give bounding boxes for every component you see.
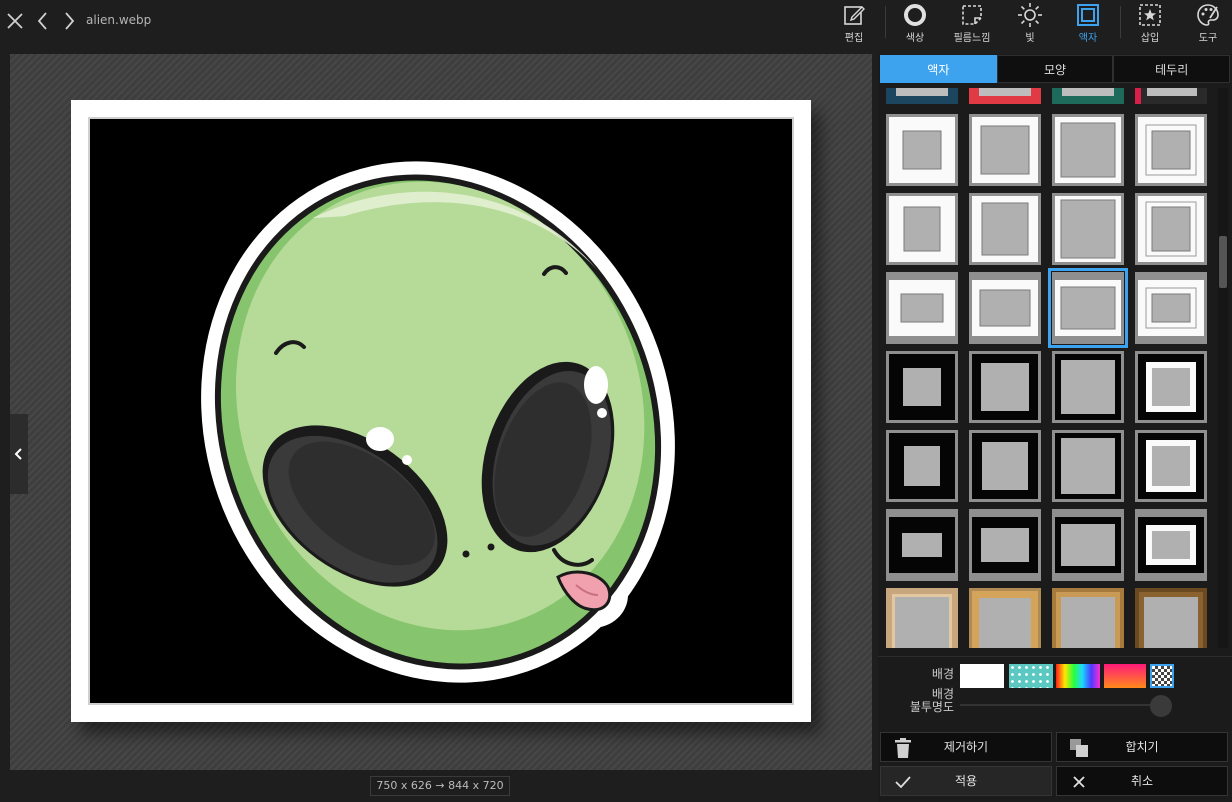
grid-scrollbar[interactable] xyxy=(1218,88,1228,648)
apply-button[interactable]: 적용 xyxy=(880,766,1052,796)
film-icon xyxy=(962,5,982,25)
tool-tools-label: 도구 xyxy=(1198,33,1218,44)
frame-thumbnail[interactable] xyxy=(886,588,958,648)
color-circle-icon xyxy=(904,4,926,26)
frame-thumbnail[interactable] xyxy=(886,193,958,265)
tool-light-label: 빛 xyxy=(1025,33,1035,44)
cancel-button-label: 취소 xyxy=(1130,774,1154,788)
tool-frame[interactable]: 액자 xyxy=(1059,2,1117,44)
frame-thumbnail[interactable] xyxy=(886,272,958,344)
background-swatch-rainbow[interactable] xyxy=(1056,664,1100,688)
tool-edit[interactable]: 편집 xyxy=(825,2,883,44)
frame-thumbnail[interactable] xyxy=(1135,588,1207,648)
top-toolbar: alien.webp 편집 색상 필름느낌 빛 액자 삽입 도구 xyxy=(0,0,1232,46)
chevron-right-icon xyxy=(65,12,75,30)
tool-color-label: 색상 xyxy=(905,33,925,44)
frame-thumbnail[interactable] xyxy=(969,588,1041,648)
frame-thumbnail[interactable] xyxy=(969,272,1041,344)
frame-thumbnail[interactable] xyxy=(886,351,958,423)
frame-thumbnail[interactable] xyxy=(886,509,958,581)
frame-thumbnail[interactable] xyxy=(1135,88,1207,104)
tool-color[interactable]: 색상 xyxy=(886,2,944,44)
tool-film-label: 필름느낌 xyxy=(953,33,991,44)
file-name: alien.webp xyxy=(86,13,152,27)
opacity-slider-track[interactable] xyxy=(960,704,1170,706)
tool-tools[interactable]: 도구 xyxy=(1179,2,1232,44)
frame-icon xyxy=(1077,4,1099,26)
frame-thumbnail[interactable] xyxy=(886,88,958,104)
forward-button[interactable] xyxy=(58,8,80,34)
sun-icon xyxy=(1018,3,1042,27)
tab-border[interactable]: 테두리 xyxy=(1113,55,1231,83)
frame-panel: 액자 모양 테두리 배경 배경 불투명도 제거하기 합치기 적용 취소 xyxy=(878,54,1232,802)
background-swatch-transparent[interactable] xyxy=(1150,664,1174,688)
tool-insert-label: 삽입 xyxy=(1140,33,1160,44)
edit-icon xyxy=(844,6,865,25)
panel-collapse-handle[interactable] xyxy=(10,414,28,494)
frame-thumbnail[interactable] xyxy=(1135,114,1207,186)
frame-thumbnail[interactable] xyxy=(886,114,958,186)
chevron-left-icon xyxy=(14,448,22,460)
tool-insert[interactable]: 삽입 xyxy=(1121,2,1179,44)
tool-light[interactable]: 빛 xyxy=(1001,2,1059,44)
framed-photo xyxy=(71,100,811,722)
image-size-label: 750 x 626 → 844 x 720 xyxy=(370,776,510,796)
cancel-button[interactable]: 취소 xyxy=(1056,766,1228,796)
frame-thumbnail[interactable] xyxy=(969,193,1041,265)
alien-illustration xyxy=(201,161,675,683)
frame-thumbnail[interactable] xyxy=(1052,430,1124,502)
frame-thumbnail[interactable] xyxy=(969,430,1041,502)
close-button[interactable] xyxy=(4,8,26,34)
background-label: 배경 xyxy=(931,667,954,681)
frame-thumbnail[interactable] xyxy=(969,88,1041,104)
frame-thumbnail-grid xyxy=(884,88,1216,648)
frame-thumbnail[interactable] xyxy=(1052,588,1124,648)
frame-thumbnail[interactable] xyxy=(1052,88,1124,104)
frame-thumbnail[interactable] xyxy=(886,430,958,502)
frame-thumbnail[interactable] xyxy=(1135,509,1207,581)
opacity-label-line2: 불투명도 xyxy=(909,700,954,714)
canvas-area[interactable] xyxy=(10,54,872,770)
opacity-label: 배경 불투명도 xyxy=(910,688,954,714)
palette-icon xyxy=(1197,4,1219,26)
background-swatch-white[interactable] xyxy=(960,664,1004,688)
tool-film[interactable]: 필름느낌 xyxy=(943,2,1001,44)
merge-button[interactable]: 합치기 xyxy=(1056,732,1228,762)
frame-thumbnail[interactable] xyxy=(969,351,1041,423)
remove-button[interactable]: 제거하기 xyxy=(880,732,1052,762)
panel-divider xyxy=(878,656,1232,657)
insert-star-icon xyxy=(1139,4,1161,26)
panel-tabs: 액자 모양 테두리 xyxy=(880,55,1231,83)
close-icon xyxy=(7,13,23,29)
remove-button-label: 제거하기 xyxy=(943,740,989,754)
frame-thumbnail[interactable] xyxy=(1135,272,1207,344)
tab-frame[interactable]: 액자 xyxy=(880,55,997,83)
frame-thumbnail[interactable] xyxy=(1052,509,1124,581)
merge-button-label: 합치기 xyxy=(1125,740,1159,754)
frame-thumbnail-selected[interactable] xyxy=(1048,268,1128,348)
frame-thumbnail[interactable] xyxy=(1052,193,1124,265)
back-button[interactable] xyxy=(32,8,54,34)
scrollbar-thumb[interactable] xyxy=(1219,236,1227,288)
frame-thumbnail[interactable] xyxy=(969,509,1041,581)
frame-thumbnail[interactable] xyxy=(969,114,1041,186)
background-swatch-teal-dots[interactable] xyxy=(1009,664,1053,688)
apply-button-label: 적용 xyxy=(954,774,978,788)
frame-thumbnail[interactable] xyxy=(1135,430,1207,502)
chevron-left-icon xyxy=(37,12,47,30)
frame-thumbnail[interactable] xyxy=(1052,351,1124,423)
frame-thumbnail[interactable] xyxy=(1135,351,1207,423)
frame-thumbnail[interactable] xyxy=(1052,114,1124,186)
tool-frame-label: 액자 xyxy=(1078,33,1098,44)
opacity-slider-knob[interactable] xyxy=(1150,695,1172,717)
frame-thumbnail[interactable] xyxy=(1135,193,1207,265)
alien-image xyxy=(88,117,794,705)
tool-edit-label: 편집 xyxy=(844,33,864,44)
tab-shape[interactable]: 모양 xyxy=(996,55,1114,83)
background-swatch-sunset[interactable] xyxy=(1104,664,1146,688)
